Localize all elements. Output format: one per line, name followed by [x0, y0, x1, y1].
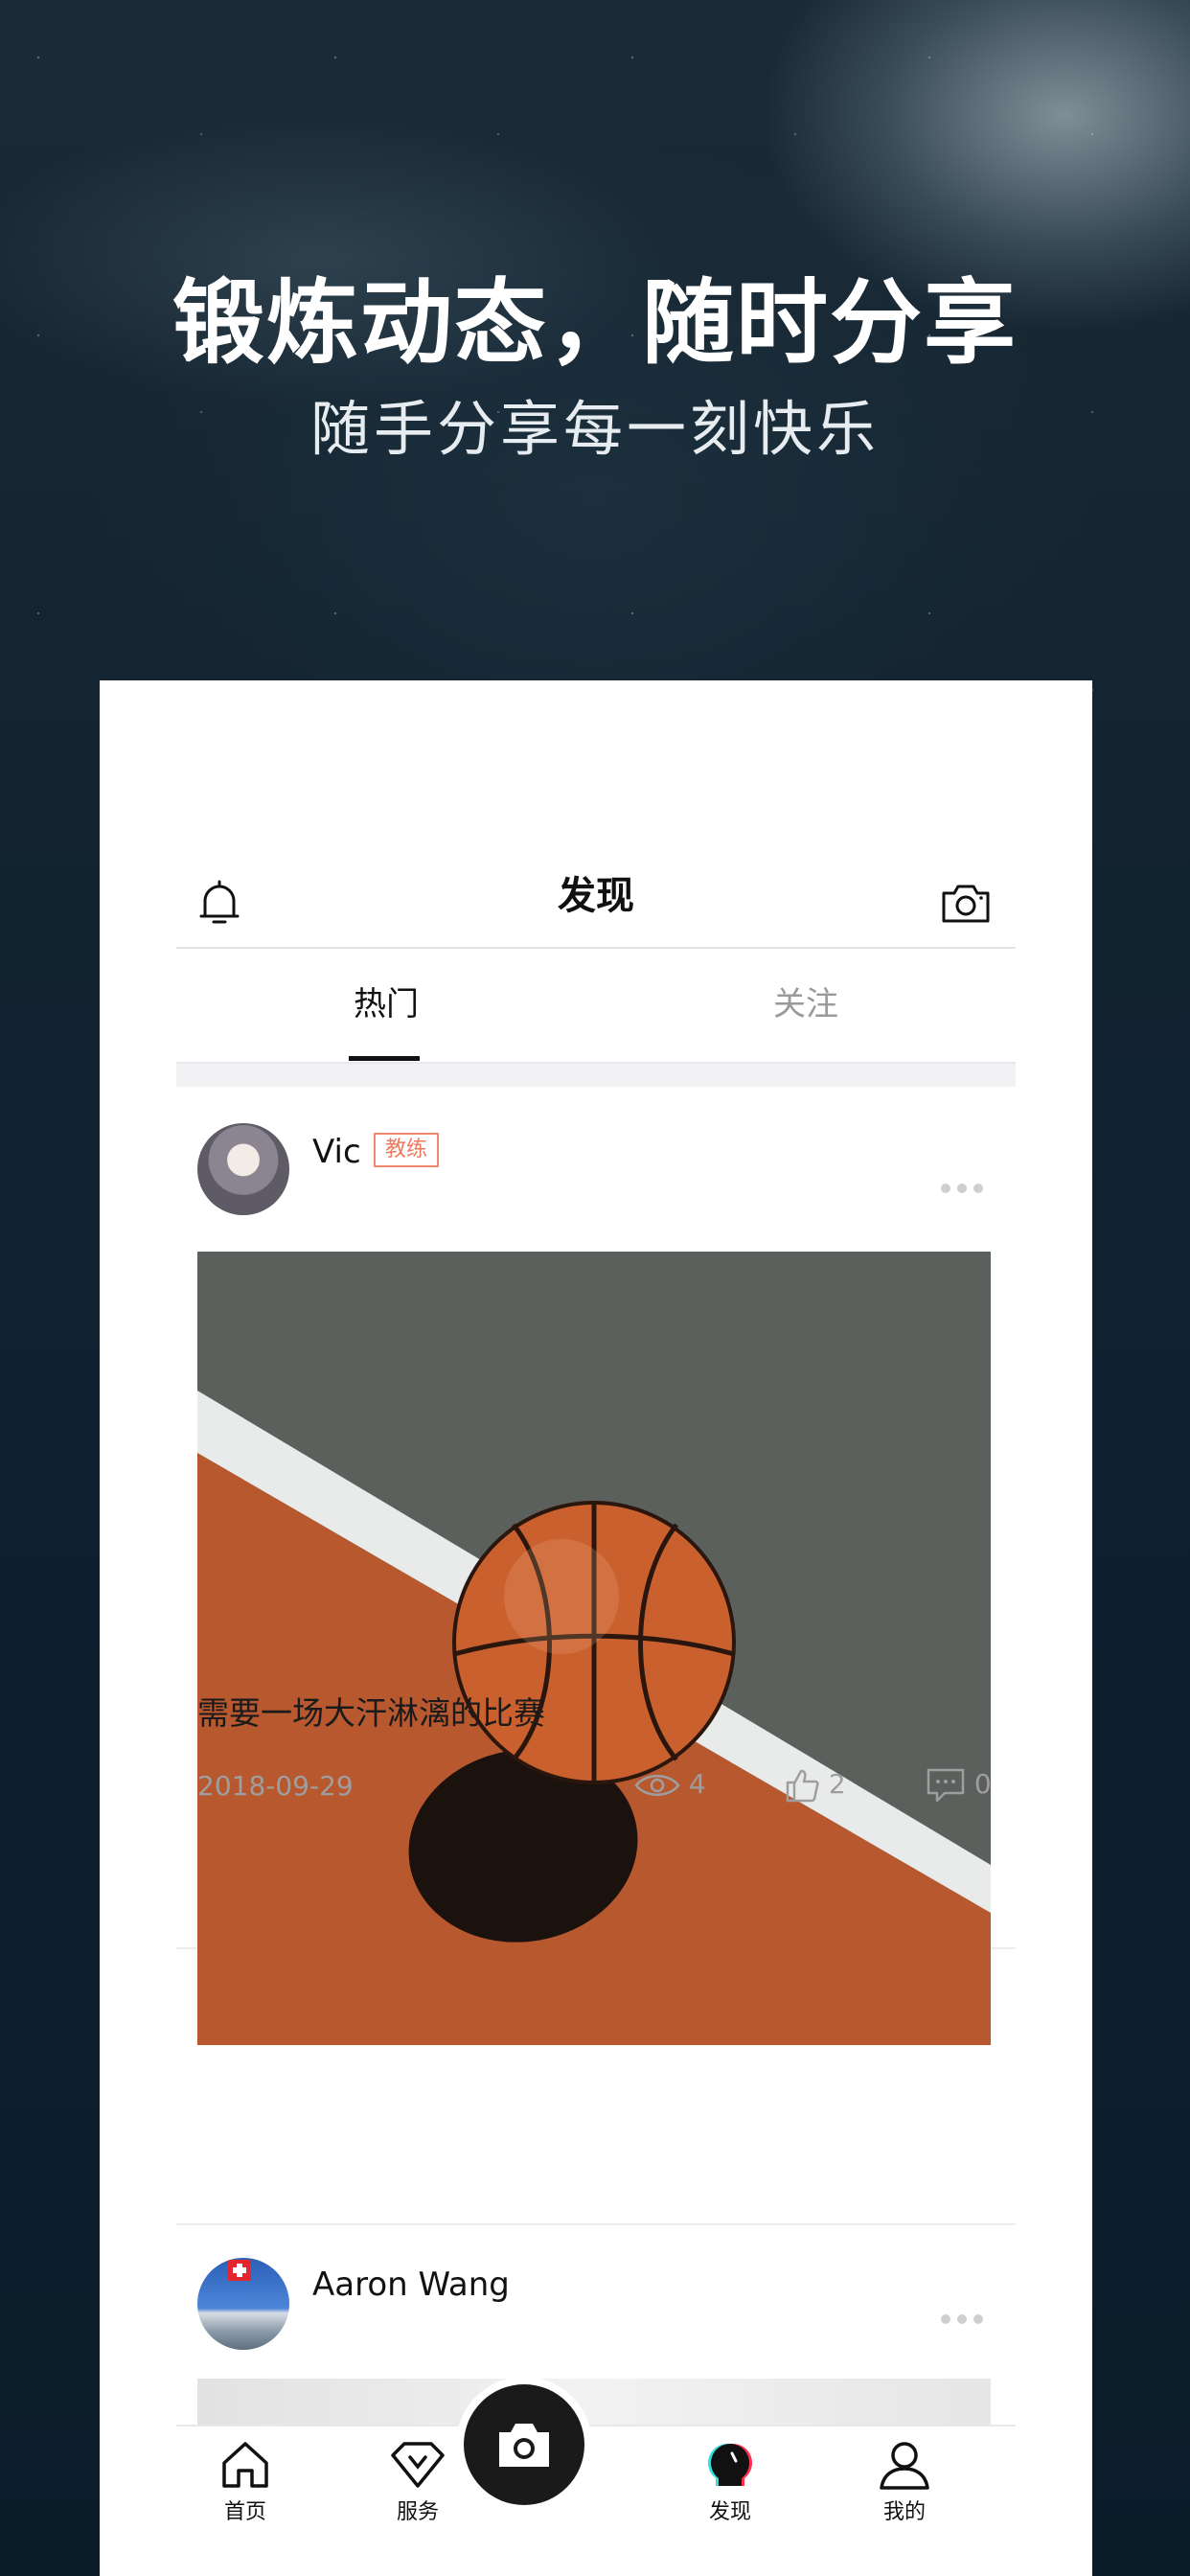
- tab-hot[interactable]: 热门: [176, 949, 596, 1064]
- diamond-icon: [391, 2442, 445, 2488]
- avatar[interactable]: [197, 1123, 289, 1215]
- tab-bar: 首页 服务 发现 我的: [176, 2425, 1016, 2576]
- eye-icon: [634, 1775, 680, 1796]
- avatar[interactable]: [197, 2258, 289, 2350]
- tabbar-item-service[interactable]: 服务: [360, 2436, 475, 2528]
- feed-post: Vic 教练: [176, 1087, 1016, 2045]
- comment-icon[interactable]: [926, 1767, 966, 1804]
- likes-stat[interactable]: 2: [784, 1761, 846, 1807]
- user-icon: [880, 2442, 929, 2490]
- camera-button[interactable]: [464, 2384, 584, 2505]
- tab-active-indicator: [349, 1056, 420, 1061]
- camera-icon[interactable]: [941, 882, 991, 924]
- section-separator: [176, 1064, 1016, 1087]
- more-icon[interactable]: [941, 2310, 991, 2324]
- camera-icon: [499, 2424, 549, 2467]
- flag-icon: [228, 2260, 251, 2281]
- tabbar-label: 我的: [882, 2500, 926, 2524]
- hero-subtitle: 随手分享每一刻快乐: [309, 394, 880, 464]
- likes-count: 2: [828, 1768, 846, 1800]
- phone-screen: 发现 热门 关注 Vic 教练 需要一场大汗淋漓的比赛 2018-09-29 4…: [100, 680, 1092, 2576]
- coach-badge: 教练: [374, 1133, 440, 1167]
- comments-count: 0: [973, 1768, 992, 1800]
- more-icon[interactable]: [941, 1179, 991, 1193]
- discover-icon: [708, 2444, 752, 2486]
- user-name[interactable]: Vic: [312, 1131, 361, 1173]
- feed-tabs: 热门 关注: [176, 949, 1016, 1064]
- tabbar-item-mine[interactable]: 我的: [847, 2436, 962, 2528]
- nav-bar: 发现: [176, 843, 1016, 949]
- home-icon: [222, 2442, 268, 2488]
- tabbar-label: 服务: [396, 2500, 439, 2524]
- tabbar-label: 发现: [708, 2500, 751, 2524]
- tabbar-label: 首页: [223, 2500, 266, 2524]
- post-date: 2018-09-29: [197, 1770, 354, 1802]
- user-name[interactable]: Aaron Wang: [312, 2264, 510, 2306]
- post-image[interactable]: [197, 1252, 991, 2045]
- post-divider: [176, 2223, 1016, 2225]
- tab-follow[interactable]: 关注: [596, 949, 1016, 1064]
- comments-stat[interactable]: 0: [926, 1761, 992, 1807]
- thumb-up-icon[interactable]: [784, 1767, 820, 1804]
- tabbar-item-discover[interactable]: 发现: [673, 2436, 788, 2528]
- post-caption: 需要一场大汗淋漓的比赛: [197, 1694, 545, 1732]
- views-count: 4: [688, 1768, 706, 1800]
- hero-title: 锻炼动态，随时分享: [172, 269, 1018, 377]
- page-title: 发现: [558, 874, 634, 918]
- views-stat: 4: [634, 1761, 706, 1807]
- tabbar-item-home[interactable]: 首页: [188, 2436, 303, 2528]
